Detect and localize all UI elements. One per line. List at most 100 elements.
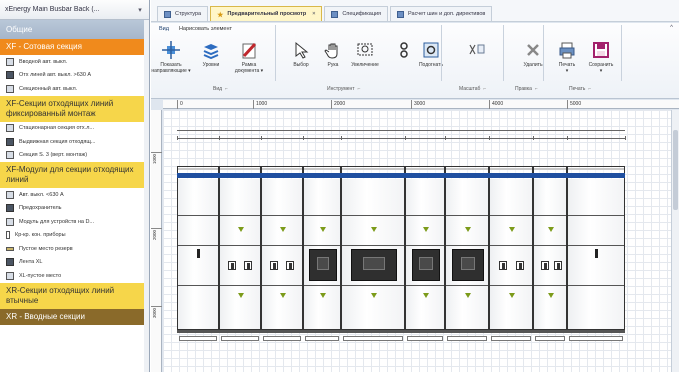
library-panel: xEnergy Main Busbar Back (... ▾ Общие XF … [0,0,150,372]
group-expander-icon[interactable]: ⌐ [358,86,361,92]
cut-copy-paste-icon [467,41,485,59]
ribbon-button-sublabel: направляющие ▾ [151,68,191,74]
section-label-box [305,336,339,341]
section-divider [262,285,302,286]
section-divider [220,285,260,286]
marker-arrow-icon [423,293,429,298]
ruler-tick: 2000 [152,230,157,241]
ribbon-tabs: Вид Нарисовать элемент [151,23,679,35]
ribbon-group-label: Печать ⌐ [569,86,591,92]
zoom-icon [396,41,414,59]
switchboard-section [177,166,219,330]
document-tab[interactable]: Структура [157,6,209,21]
section-divider [262,215,302,216]
close-tab-icon[interactable]: × [312,11,315,17]
group-expander-icon[interactable]: ⌐ [535,86,538,92]
library-item[interactable]: Секционный авт. выкл. [0,82,149,96]
ribbon-button-sublabel: ▾ [565,68,569,74]
document-tab[interactable]: Спецификация [324,6,389,21]
library-list: Общие XF - Сотовая секция Вводной авт. вык… [0,20,149,325]
library-item[interactable]: Вводной авт. выкл. [0,55,149,69]
dropdown-icon[interactable]: ▾ [136,6,144,14]
library-category[interactable]: XF - Сотовая секция [0,39,149,55]
breaker-face [316,256,330,271]
document-tabs: Структура ★ Предварительный просмотр × Специ… [151,0,679,22]
group-expander-icon[interactable]: ⌐ [588,86,591,92]
section-divider [406,215,444,216]
circuit-breaker [452,249,484,281]
marker-arrow-icon [238,293,244,298]
select-button[interactable]: Выбор [283,37,319,85]
library-item[interactable]: Модуль для устройств на D... [0,215,149,229]
section-divider [178,285,218,286]
ruler-tick: 2000 [331,100,345,109]
dimension-tick [533,136,534,140]
library-item[interactable]: Отх линей авт. выкл. >630 А [0,69,149,83]
save-icon [592,41,610,59]
frame-button[interactable]: Рамка документа ▾ [231,37,267,85]
section-divider [490,285,532,286]
library-item-label: Лента XL [19,259,43,266]
hand-button[interactable]: Рука [315,37,351,85]
scrollbar-thumb[interactable] [673,130,678,210]
ribbon: Вид Нарисовать элемент ^ Показать направл… [151,23,679,99]
library-category[interactable]: XF-Модули для секции отходящих линий [0,162,149,188]
section-divider [534,285,566,286]
save-button[interactable]: Сохранить ▾ [583,37,619,85]
group-expander-icon[interactable]: ⌐ [483,86,486,92]
library-category[interactable]: Общие [0,20,149,39]
guides-button[interactable]: Показать направляющие ▾ [151,37,191,85]
library-item-label: Модуль для устройств на D... [19,218,94,225]
ribbon-button-label: Выбор [293,62,309,68]
library-item[interactable]: Выдвижная секция отходящ... [0,135,149,149]
ribbon-collapse-icon[interactable]: ^ [670,25,673,31]
section-divider [406,245,444,246]
door-handle [197,249,200,258]
base-frame [177,330,625,333]
library-item[interactable]: Лента XL [0,256,149,270]
delete-button[interactable]: Удалить [515,37,551,85]
ribbon-group-separator [441,25,442,81]
section-label-box [407,336,443,341]
ribbon-button-label: Увеличение [351,62,379,68]
library-item[interactable]: Авт. выкл. <630 А [0,188,149,202]
print-button[interactable]: Печать ▾ [549,37,585,85]
small-breaker [540,261,549,270]
ribbon-group-title: Печать [569,86,586,92]
breaker-lever [231,263,235,269]
switchboard-drawing[interactable] [177,128,626,350]
library-header[interactable]: xEnergy Main Busbar Back (... ▾ [0,0,149,20]
layers-button[interactable]: Уровни [193,37,229,85]
fit-button[interactable]: Подогнать [413,37,449,85]
breaker-lever [247,263,251,269]
zoom-rect-button[interactable]: Увеличение [347,37,383,85]
library-category[interactable]: XF-Секции отходящих линий фиксированный … [0,95,149,122]
library-title: xEnergy Main Busbar Back (... [5,6,100,13]
ruler-tick: 4000 [489,100,503,109]
document-tab[interactable]: ★ Предварительный просмотр × [210,6,323,21]
document-tab[interactable]: Расчет шин и доп. директивов [390,6,493,21]
library-scrollbar[interactable] [144,20,149,372]
library-item[interactable]: Секция S. 3 (верт. монтаж) [0,149,149,163]
ribbon-tab-view[interactable]: Вид [159,26,169,32]
library-item[interactable]: Стационарная секция отх.л... [0,122,149,136]
ribbon-tab-draw[interactable]: Нарисовать элемент [179,26,232,32]
section-label-box [535,336,565,341]
door-handle [595,249,598,258]
section-divider [304,285,340,286]
cut-copy-paste-button[interactable] [451,37,501,85]
section-divider [342,245,404,246]
library-item[interactable]: XL-пустое место [0,269,149,283]
section-divider [220,215,260,216]
drawing-canvas[interactable] [163,110,671,372]
library-category[interactable]: XR-Секции отходящих линий втычные [0,282,149,309]
library-category[interactable]: XR - Вводные секции [0,308,149,325]
canvas-scrollbar[interactable] [671,110,679,372]
breaker-face [362,256,385,271]
library-item[interactable]: Предохранитель [0,202,149,216]
library-item-label: Отх линей авт. выкл. >630 А [19,72,92,79]
library-item[interactable]: Кр-кр. кон. приборы [0,229,149,243]
library-item[interactable]: Пустое место резерв [0,242,149,256]
group-expander-icon[interactable]: ⌐ [225,86,228,92]
document-tab-label: Спецификация [342,11,382,17]
